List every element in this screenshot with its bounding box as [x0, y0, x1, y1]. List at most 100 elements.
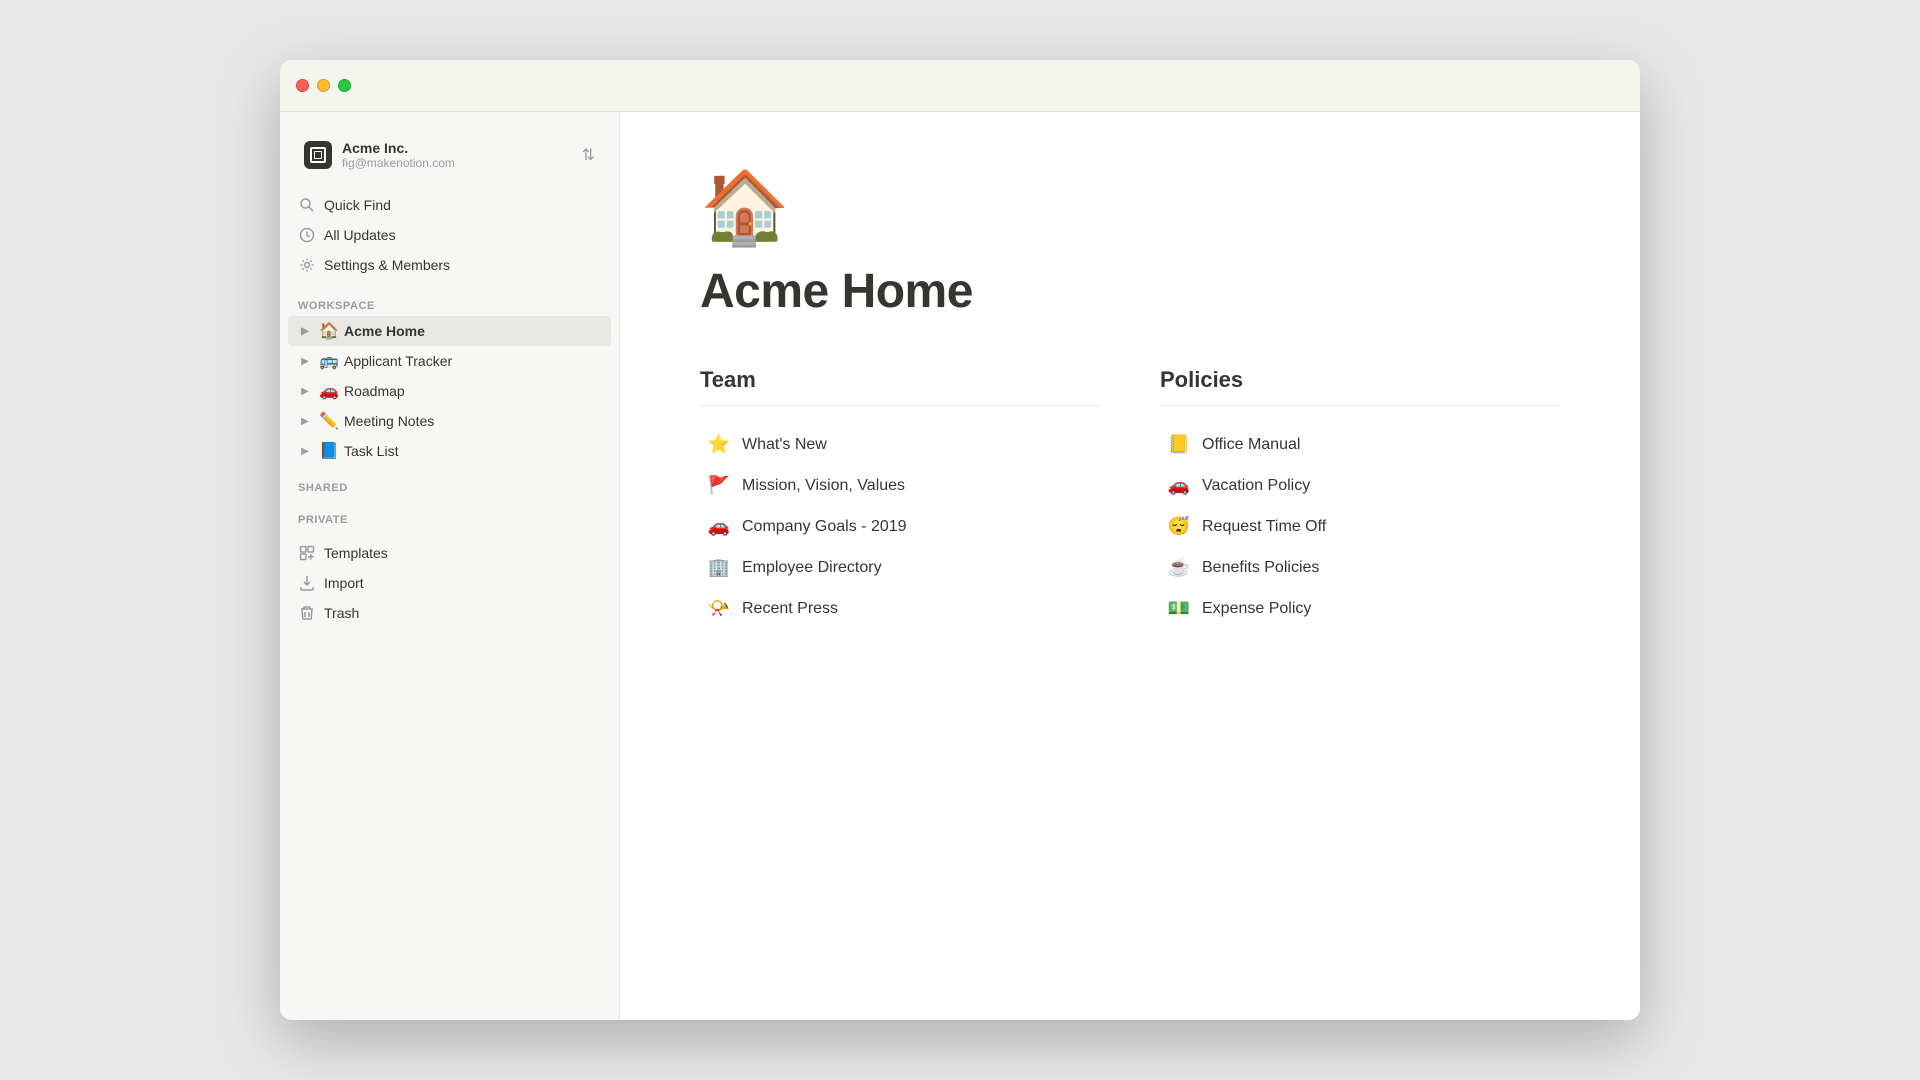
workspace-section-label: WORKSPACE [280, 284, 619, 316]
page-hero: 🏠 Acme Home [700, 172, 1560, 319]
sidebar-item-trash[interactable]: Trash [288, 598, 611, 628]
vacation-policy-link[interactable]: Vacation Policy [1202, 477, 1310, 495]
templates-icon [298, 544, 316, 562]
item-emoji: 🚩 [706, 475, 732, 496]
main-content: 🏠 Acme Home Team ⭐ What's New 🚩 Missio [620, 112, 1640, 1020]
roadmap-label: Roadmap [344, 383, 405, 399]
item-emoji: 📒 [1166, 434, 1192, 455]
list-item[interactable]: 💵 Expense Policy [1160, 590, 1560, 627]
page-title: Acme Home [700, 264, 973, 319]
import-icon [298, 574, 316, 592]
workspace-info: Acme Inc. fig@makenotion.com [304, 140, 455, 170]
gear-icon [298, 256, 316, 274]
sidebar-item-templates[interactable]: Templates [288, 538, 611, 568]
traffic-lights [296, 79, 351, 92]
window-body: Acme Inc. fig@makenotion.com ⇅ [280, 112, 1640, 1020]
policies-list: 📒 Office Manual 🚗 Vacation Policy 😴 Requ… [1160, 426, 1560, 627]
all-updates-label: All Updates [324, 227, 396, 243]
list-item[interactable]: 📒 Office Manual [1160, 426, 1560, 463]
meeting-notes-label: Meeting Notes [344, 413, 434, 429]
item-emoji: 📯 [706, 598, 732, 619]
sidebar-item-applicant-tracker[interactable]: ▶ 🚌 Applicant Tracker [288, 346, 611, 376]
task-list-emoji: 📘 [318, 441, 340, 461]
item-emoji: 💵 [1166, 598, 1192, 619]
acme-home-emoji: 🏠 [318, 321, 340, 341]
chevron-right-icon: ▶ [296, 412, 314, 430]
list-item[interactable]: 🚩 Mission, Vision, Values [700, 467, 1100, 504]
workspace-tree: ▶ 🏠 Acme Home ▶ 🚌 Applicant Tracker ▶ 🚗 … [280, 316, 619, 466]
import-label: Import [324, 575, 364, 591]
sidebar-nav: Quick Find All Updates [280, 186, 619, 284]
item-emoji: ☕ [1166, 557, 1192, 578]
company-goals-link[interactable]: Company Goals - 2019 [742, 518, 907, 536]
sidebar-item-all-updates[interactable]: All Updates [288, 220, 611, 250]
workspace-toggle-icon: ⇅ [582, 145, 595, 165]
applicant-tracker-emoji: 🚌 [318, 351, 340, 371]
policies-heading: Policies [1160, 367, 1560, 406]
request-time-off-link[interactable]: Request Time Off [1202, 518, 1326, 536]
maximize-button[interactable] [338, 79, 351, 92]
workspace-email: fig@makenotion.com [342, 156, 455, 170]
workspace-header[interactable]: Acme Inc. fig@makenotion.com ⇅ [296, 132, 603, 178]
applicant-tracker-label: Applicant Tracker [344, 353, 452, 369]
workspace-logo-icon [310, 147, 326, 163]
sidebar-item-meeting-notes[interactable]: ▶ ✏️ Meeting Notes [288, 406, 611, 436]
benefits-policies-link[interactable]: Benefits Policies [1202, 559, 1319, 577]
settings-label: Settings & Members [324, 257, 450, 273]
sidebar-item-acme-home[interactable]: ▶ 🏠 Acme Home [288, 316, 611, 346]
sidebar-item-quick-find[interactable]: Quick Find [288, 190, 611, 220]
chevron-right-icon: ▶ [296, 382, 314, 400]
meeting-notes-emoji: ✏️ [318, 411, 340, 431]
list-item[interactable]: 😴 Request Time Off [1160, 508, 1560, 545]
task-list-label: Task List [344, 443, 398, 459]
content-grid: Team ⭐ What's New 🚩 Mission, Vision, Val… [700, 367, 1560, 627]
titlebar [280, 60, 1640, 112]
page-icon: 🏠 [700, 172, 790, 244]
item-emoji: 🚗 [1166, 475, 1192, 496]
templates-label: Templates [324, 545, 388, 561]
list-item[interactable]: 🏢 Employee Directory [700, 549, 1100, 586]
team-column: Team ⭐ What's New 🚩 Mission, Vision, Val… [700, 367, 1100, 627]
item-emoji: ⭐ [706, 434, 732, 455]
acme-home-label: Acme Home [344, 323, 425, 339]
policies-column: Policies 📒 Office Manual 🚗 Vacation Poli… [1160, 367, 1560, 627]
sidebar-top: Acme Inc. fig@makenotion.com ⇅ [280, 112, 619, 186]
workspace-logo [304, 141, 332, 169]
app-window: Acme Inc. fig@makenotion.com ⇅ [280, 60, 1640, 1020]
item-emoji: 😴 [1166, 516, 1192, 537]
recent-press-link[interactable]: Recent Press [742, 600, 838, 618]
sidebar-item-roadmap[interactable]: ▶ 🚗 Roadmap [288, 376, 611, 406]
trash-icon [298, 604, 316, 622]
whats-new-link[interactable]: What's New [742, 436, 827, 454]
trash-label: Trash [324, 605, 359, 621]
sidebar-item-import[interactable]: Import [288, 568, 611, 598]
chevron-right-icon: ▶ [296, 352, 314, 370]
clock-icon [298, 226, 316, 244]
sidebar-item-settings[interactable]: Settings & Members [288, 250, 611, 280]
employee-directory-link[interactable]: Employee Directory [742, 559, 882, 577]
workspace-text: Acme Inc. fig@makenotion.com [342, 140, 455, 170]
mission-link[interactable]: Mission, Vision, Values [742, 477, 905, 495]
list-item[interactable]: 🚗 Company Goals - 2019 [700, 508, 1100, 545]
list-item[interactable]: ⭐ What's New [700, 426, 1100, 463]
list-item[interactable]: 📯 Recent Press [700, 590, 1100, 627]
chevron-right-icon: ▶ [296, 442, 314, 460]
quick-find-label: Quick Find [324, 197, 391, 213]
close-button[interactable] [296, 79, 309, 92]
list-item[interactable]: ☕ Benefits Policies [1160, 549, 1560, 586]
expense-policy-link[interactable]: Expense Policy [1202, 600, 1311, 618]
sidebar-bottom: Templates Import [280, 530, 619, 628]
search-icon [298, 196, 316, 214]
office-manual-link[interactable]: Office Manual [1202, 436, 1300, 454]
sidebar-item-task-list[interactable]: ▶ 📘 Task List [288, 436, 611, 466]
private-section-label: PRIVATE [280, 498, 619, 530]
minimize-button[interactable] [317, 79, 330, 92]
chevron-right-icon: ▶ [296, 322, 314, 340]
workspace-name: Acme Inc. [342, 140, 455, 156]
list-item[interactable]: 🚗 Vacation Policy [1160, 467, 1560, 504]
item-emoji: 🏢 [706, 557, 732, 578]
team-heading: Team [700, 367, 1100, 406]
sidebar: Acme Inc. fig@makenotion.com ⇅ [280, 112, 620, 1020]
team-list: ⭐ What's New 🚩 Mission, Vision, Values 🚗… [700, 426, 1100, 627]
roadmap-emoji: 🚗 [318, 381, 340, 401]
